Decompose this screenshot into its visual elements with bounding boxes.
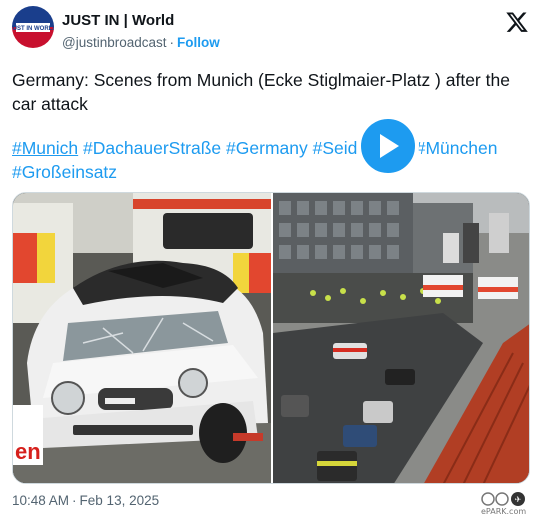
play-button[interactable] [357,115,419,177]
hashtag-link[interactable]: #München [416,138,498,158]
hashtag-link[interactable]: #Germany [226,138,308,158]
svg-text:en: en [15,439,41,464]
tweet-text: Germany: Scenes from Munich (Ecke Stiglm… [12,70,510,114]
hashtag-link[interactable]: #DachauerStraße [83,138,221,158]
hashtag-list: #Munich #DachauerStraße #Germany #Seidls… [12,136,537,184]
media-grid: en [12,192,530,484]
x-logo-icon[interactable] [505,10,529,34]
hashtag-link[interactable]: #Großeinsatz [12,162,117,182]
svg-text:✈: ✈ [515,495,522,504]
timestamp-separator: · [72,493,77,508]
follow-button[interactable]: Follow [177,35,220,50]
tweet-timestamp[interactable]: 10:48 AM · Feb 13, 2025 [12,493,159,508]
tweet-date: Feb 13, 2025 [79,493,160,508]
account-name[interactable]: JUST IN | World [62,12,174,29]
street-scene-video[interactable] [273,193,529,483]
play-icon [380,134,399,158]
account-avatar[interactable]: JUST IN WORLD [12,6,54,48]
svg-text:JUST IN WORLD: JUST IN WORLD [12,26,54,32]
tweet-card: JUST IN WORLD JUST IN | World @justinbro… [0,0,539,517]
hashtag-link[interactable]: #Munich [12,138,78,158]
damaged-car-photo[interactable]: en [13,193,271,483]
watermark-text: ePARK.com [481,507,527,516]
handle-separator: · [169,35,175,50]
account-handle[interactable]: @justinbroadcast [62,35,167,50]
handle-row: @justinbroadcast · Follow [62,35,220,50]
tweet-time: 10:48 AM [12,493,70,508]
